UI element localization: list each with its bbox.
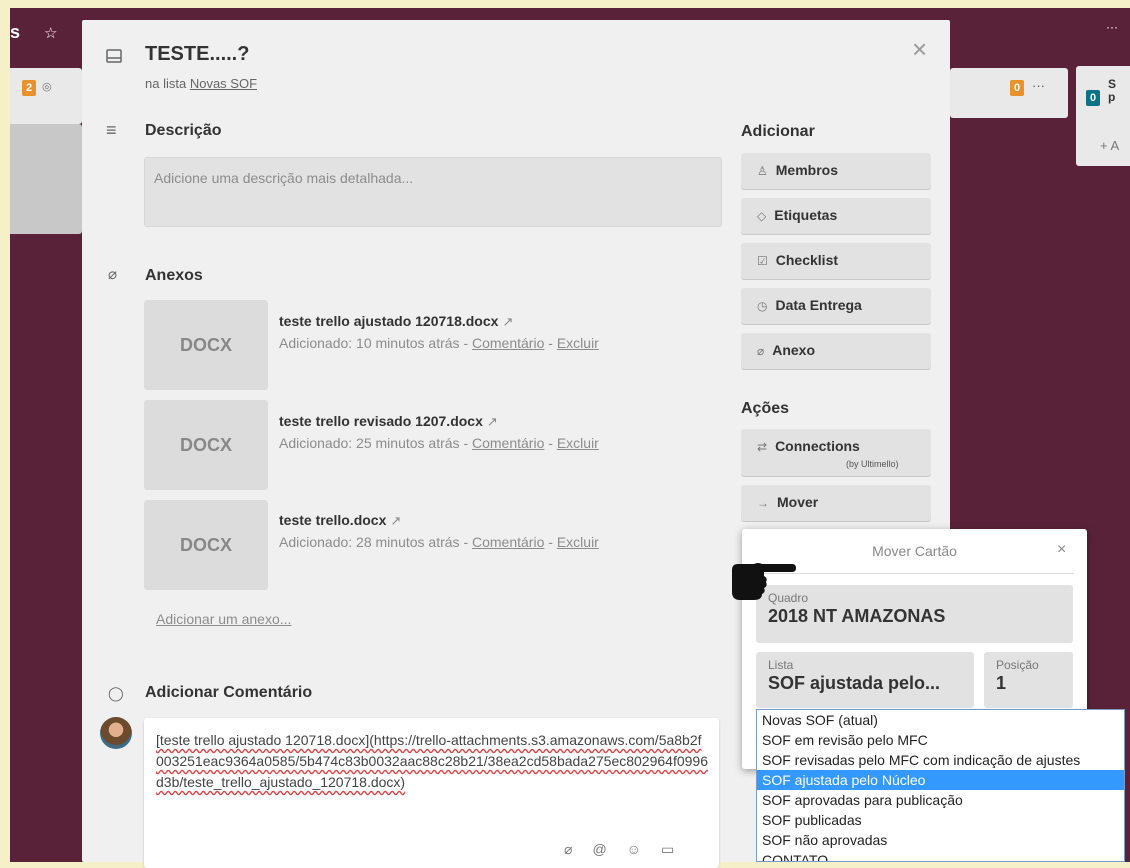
due-date-button[interactable]: ◷ Data Entrega (741, 288, 931, 324)
attachment-comment-link[interactable]: Comentário (472, 335, 544, 351)
description-heading: Descrição (145, 122, 222, 139)
paperclip-icon: ⌀ (108, 266, 118, 283)
emoji-icon[interactable]: ☺ (627, 839, 641, 860)
comment-toolbar: ⌀ @ ☺ ▭ (564, 839, 674, 860)
list-menu-icon[interactable]: ··· (1032, 78, 1045, 93)
attachment-button[interactable]: ⌀ Anexo (741, 333, 931, 369)
external-link-icon[interactable]: ↗ (487, 414, 498, 429)
list-option[interactable]: SOF aprovadas para publicação (757, 790, 1124, 810)
mention-icon[interactable]: @ (592, 839, 606, 860)
labels-button[interactable]: ◇ Etiquetas (741, 198, 931, 234)
list-left-header (10, 68, 82, 124)
star-icon[interactable]: ☆ (44, 24, 57, 42)
members-button[interactable]: ♙ Membros (741, 153, 931, 189)
comment-heading: Adicionar Comentário (145, 684, 313, 701)
add-heading: Adicionar (741, 123, 815, 140)
checklist-button[interactable]: ☑ Checklist (741, 243, 931, 279)
attachment-delete-link[interactable]: Excluir (557, 335, 599, 351)
list-right-header (950, 68, 1068, 118)
attachment-comment-link[interactable]: Comentário (472, 534, 544, 550)
card-count-badge-far: 0 (1086, 90, 1100, 106)
board-label: Quadro (768, 591, 809, 605)
card-title[interactable]: TESTE.....? (145, 43, 249, 66)
attachment-delete-link[interactable]: Excluir (557, 435, 599, 451)
checklist-icon: ☑ (757, 254, 768, 268)
list-select[interactable]: Lista SOF ajustada pelo... (756, 652, 974, 708)
comment-input[interactable]: [teste trello ajustado 120718.docx](http… (144, 718, 719, 868)
attach-icon[interactable]: ⌀ (564, 839, 572, 860)
position-label: Posição (996, 658, 1039, 672)
attachment-name[interactable]: teste trello revisado 1207.docx ↗ (279, 413, 498, 430)
clock-icon: ◷ (757, 299, 768, 313)
popover-title: Mover Cartão (872, 543, 957, 559)
list-label: Lista (768, 658, 794, 672)
attachment-meta: Adicionado: 25 minutos atrás - Comentári… (279, 435, 599, 451)
description-icon: ≡ (106, 120, 117, 140)
list-option[interactable]: CONTATO (757, 850, 1124, 861)
board-value: 2018 NT AMAZONAS (768, 606, 946, 626)
list-option-selected[interactable]: SOF ajustada pelo Núcleo (757, 770, 1124, 790)
connections-subtitle: (by Ultimello) (846, 459, 899, 469)
board-select[interactable]: Quadro 2018 NT AMAZONAS (756, 585, 1073, 643)
attachment-meta: Adicionado: 10 minutos atrás - Comentári… (279, 335, 599, 351)
attachment-thumbnail[interactable]: DOCX (144, 400, 268, 490)
pointing-hand-icon (728, 558, 798, 609)
card-icon (106, 48, 122, 68)
card-link-icon[interactable]: ▭ (661, 839, 674, 860)
attachment-comment-link[interactable]: Comentário (472, 435, 544, 451)
list-option[interactable]: Novas SOF (atual) (757, 710, 1124, 730)
list-option[interactable]: SOF não aprovadas (757, 830, 1124, 850)
member-icon: ♙ (757, 164, 768, 178)
arrow-right-icon: → (757, 496, 769, 510)
popover-divider (754, 573, 1074, 574)
attachment-thumbnail[interactable]: DOCX (144, 300, 268, 390)
external-link-icon[interactable]: ↗ (502, 314, 513, 329)
card-list-info: na lista Novas SOF (145, 76, 257, 91)
list-dropdown[interactable]: Novas SOF (atual) SOF em revisão pelo MF… (756, 709, 1125, 862)
list-value: SOF ajustada pelo... (768, 673, 941, 693)
attachment-thumbnail[interactable]: DOCX (144, 500, 268, 590)
connections-icon: ⇄ (757, 440, 768, 454)
board-menu-icon[interactable]: ··· (1106, 20, 1118, 34)
list-link[interactable]: Novas SOF (190, 76, 257, 91)
position-select[interactable]: Posição 1 (984, 652, 1073, 708)
in-list-prefix: na lista (145, 76, 187, 91)
close-icon[interactable]: × (1057, 541, 1066, 559)
eye-icon: ◎ (42, 81, 52, 93)
card-count-badge-right: 0 (1010, 80, 1024, 96)
position-value: 1 (996, 673, 1007, 693)
board-title[interactable]: s (10, 22, 20, 43)
comment-icon: ◯ (108, 685, 124, 701)
list-far-title: S p (1108, 77, 1117, 104)
avatar[interactable] (100, 717, 132, 749)
add-attachment-link[interactable]: Adicionar um anexo... (156, 611, 291, 627)
actions-heading: Ações (741, 400, 790, 417)
attachment-meta: Adicionado: 28 minutos atrás - Comentári… (279, 534, 599, 550)
paperclip-icon: ⌀ (757, 344, 765, 358)
comment-text[interactable]: [teste trello ajustado 120718.docx](http… (156, 730, 708, 793)
list-left-body (10, 124, 82, 234)
list-option[interactable]: SOF revisadas pelo MFC com indicação de … (757, 750, 1124, 770)
connections-button[interactable]: ⇄ Connections (by Ultimello) (741, 429, 931, 476)
external-link-icon[interactable]: ↗ (390, 513, 401, 528)
description-input[interactable]: Adicione uma descrição mais detalhada... (144, 157, 722, 227)
close-icon[interactable]: × (912, 34, 927, 65)
card-count-badge: 2 (22, 80, 36, 96)
list-option[interactable]: SOF em revisão pelo MFC (757, 730, 1124, 750)
label-icon: ◇ (757, 209, 767, 223)
list-option[interactable]: SOF publicadas (757, 810, 1124, 830)
move-button[interactable]: → Mover (741, 485, 931, 521)
attachments-heading: Anexos (145, 267, 203, 284)
add-card-link[interactable]: + A (1100, 138, 1119, 153)
attachment-name[interactable]: teste trello.docx ↗ (279, 512, 401, 529)
attachment-delete-link[interactable]: Excluir (557, 534, 599, 550)
attachment-name[interactable]: teste trello ajustado 120718.docx ↗ (279, 313, 513, 330)
